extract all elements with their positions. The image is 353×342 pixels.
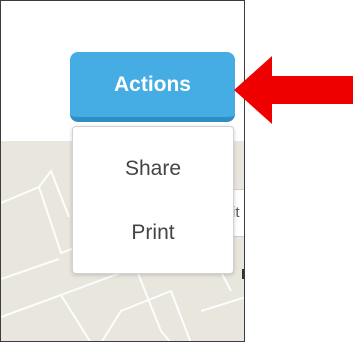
menu-item-print[interactable]: Print <box>73 203 233 267</box>
actions-button-label: Actions <box>113 72 191 96</box>
actions-dropdown-menu: Share Print <box>72 126 234 274</box>
actions-button[interactable]: Actions <box>70 52 235 122</box>
screenshot-stage: it Actions Share Print <box>0 0 353 342</box>
menu-item-share-label: Share <box>124 157 182 180</box>
menu-item-print-label: Print <box>131 221 175 244</box>
map-control-edge[interactable] <box>242 269 244 279</box>
red-arrow-pointing-left-icon <box>234 56 353 124</box>
menu-item-share[interactable]: Share <box>73 139 233 203</box>
app-viewport: it Actions Share Print <box>0 0 245 342</box>
